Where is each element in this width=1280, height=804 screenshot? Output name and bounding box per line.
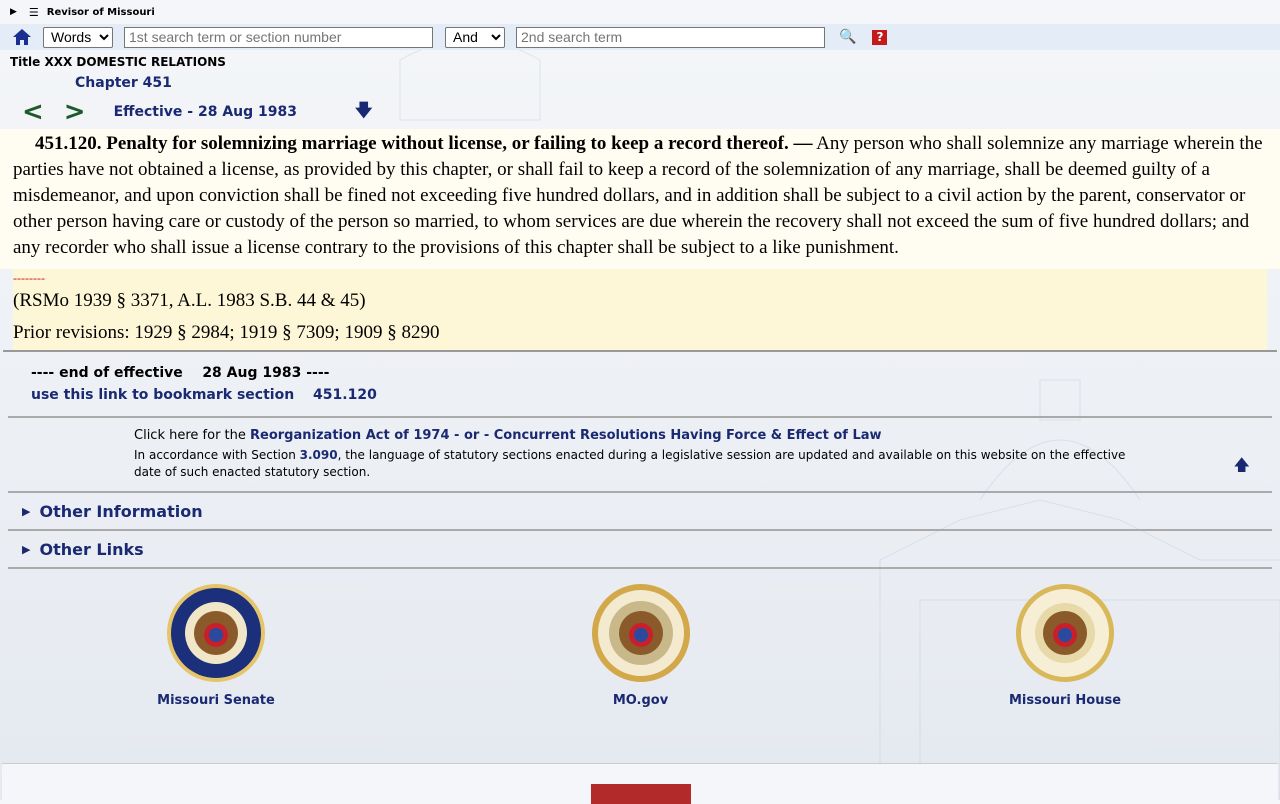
note-pre: In accordance with Section [134, 448, 300, 462]
seal-caption[interactable]: MO.gov [613, 693, 668, 708]
reorg-lead: Click here for the [134, 428, 251, 443]
footer [2, 763, 1278, 804]
accordion-other-information[interactable]: ▶ Other Information [8, 493, 1272, 531]
search-mode-select[interactable]: Words [43, 26, 113, 48]
missouri-house-link[interactable]: Missouri House [995, 583, 1135, 708]
accordion-other-links[interactable]: ▶ Other Links [8, 531, 1272, 569]
hamburger-menu-icon[interactable]: ☰ [29, 6, 39, 19]
seal-caption[interactable]: Missouri Senate [157, 693, 275, 708]
expand-triangle-icon[interactable]: ▶ [10, 7, 17, 17]
section-number: 451.120. [35, 133, 102, 154]
title-heading: Title XXX DOMESTIC RELATIONS [10, 55, 226, 69]
flag-image [591, 784, 691, 804]
expand-triangle-icon: ▶ [22, 542, 31, 556]
section-history: -------- (RSMo 1939 § 3371, A.L. 1983 S.… [13, 269, 1267, 350]
reorganization-notice: Click here for the Reorganization Act of… [8, 416, 1272, 493]
mo-gov-link[interactable]: MO.gov [571, 583, 711, 708]
top-bar: ▶ ☰ Revisor of Missouri [0, 0, 1280, 24]
seal-caption[interactable]: Missouri House [1009, 693, 1121, 708]
effective-date-link[interactable]: Effective - 28 Aug 1983 [114, 104, 297, 120]
section-heading: Penalty for solemnizing marriage without… [106, 133, 813, 154]
expand-triangle-icon: ▶ [22, 504, 31, 518]
missouri-senate-link[interactable]: Missouri Senate [146, 583, 286, 708]
end-prefix: ---- end of effective [31, 365, 183, 381]
house-seal-icon [1016, 584, 1114, 682]
bookmark-link[interactable]: use this link to bookmark section [31, 387, 294, 403]
back-to-top-icon[interactable]: 🡅 [1234, 454, 1250, 481]
search-bar: Words And 🔍 ? [0, 24, 1280, 50]
end-of-effective: ---- end of effective 28 Aug 1983 ---- u… [0, 352, 1280, 406]
site-name[interactable]: Revisor of Missouri [47, 7, 155, 18]
section-3090-link[interactable]: 3.090 [300, 448, 338, 462]
history-divider: -------- [13, 271, 45, 285]
previous-section-button[interactable]: < [22, 99, 44, 125]
search-operator-select[interactable]: And [445, 26, 505, 48]
section-text: 451.120. Penalty for solemnizing marriag… [0, 129, 1280, 269]
chapter-link[interactable]: Chapter 451 [75, 75, 1280, 91]
history-source: (RSMo 1939 § 3371, A.L. 1983 S.B. 44 & 4… [13, 290, 366, 311]
help-icon[interactable]: ? [872, 29, 888, 45]
section-nav: < > Effective - 28 Aug 1983 🡇 [0, 97, 1280, 127]
senate-seal-icon [167, 584, 265, 682]
reorg-act-link[interactable]: Reorganization Act of 1974 - or - Concur… [250, 428, 882, 443]
search-icon[interactable]: 🔍 [839, 29, 856, 45]
down-arrow-icon[interactable]: 🡇 [355, 98, 372, 127]
seal-links: Missouri Senate MO.gov Missouri House [0, 569, 1280, 708]
history-prior: Prior revisions: 1929 § 2984; 1919 § 730… [13, 322, 440, 343]
first-search-input[interactable] [124, 26, 433, 48]
bookmark-section-number[interactable]: 451.120 [313, 387, 377, 403]
home-icon[interactable] [12, 27, 32, 47]
end-suffix: ---- [306, 365, 330, 381]
accordion-label: Other Links [39, 539, 144, 559]
second-search-input[interactable] [516, 26, 825, 48]
end-date: 28 Aug 1983 [202, 365, 302, 381]
next-section-button[interactable]: > [64, 99, 86, 125]
state-seal-icon [591, 584, 690, 682]
accordion-label: Other Information [39, 501, 203, 521]
